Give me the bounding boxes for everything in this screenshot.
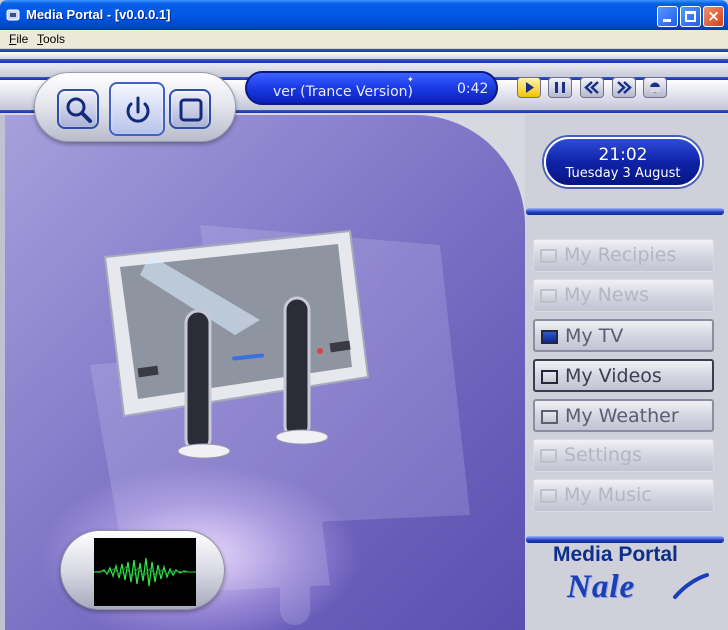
maximize-button[interactable] (680, 6, 701, 27)
play-icon (526, 82, 534, 93)
top-stripe-light (0, 52, 728, 59)
pause-icon (555, 82, 565, 93)
brand-block: Media Portal Nale (531, 543, 719, 628)
app-area: ✦ ver (Trance Version) 0:42 21:02 Tuesda… (0, 49, 728, 630)
menu-bar: File Tools (0, 30, 728, 49)
menu-item-indicator (540, 289, 557, 303)
now-playing-bar: ✦ ver (Trance Version) 0:42 (245, 71, 498, 105)
brand-logo: Nale (567, 569, 636, 605)
window-title: Media Portal - [v0.0.0.1] (26, 7, 171, 22)
power-button[interactable] (109, 82, 165, 136)
menu-item-indicator (540, 249, 557, 263)
brand-name: Media Portal (553, 543, 678, 566)
waveform-icon (93, 557, 196, 587)
maximize-icon (685, 11, 696, 22)
search-icon (66, 97, 92, 123)
title-bar: Media Portal - [v0.0.0.1] × (0, 0, 728, 30)
rewind-icon (584, 81, 599, 94)
clock-date: Tuesday 3 August (565, 166, 681, 181)
logo-swoosh-icon (673, 573, 709, 599)
clock-widget: 21:02 Tuesday 3 August (544, 137, 702, 187)
menu-item-indicator (540, 489, 557, 503)
stage-left-border (0, 115, 5, 630)
record-button[interactable] (643, 77, 667, 98)
menu-item-indicator (541, 330, 558, 344)
menu-item-indicator (541, 370, 558, 384)
menu-item-indicator (541, 410, 558, 424)
fast-forward-icon (617, 81, 632, 94)
stop-icon (179, 98, 203, 122)
record-icon (650, 82, 660, 93)
sparkle-icon: ✦ (407, 75, 414, 84)
fast-forward-button[interactable] (612, 77, 636, 98)
menu-item-indicator (540, 449, 557, 463)
menu-item-my-music[interactable]: My Music (533, 479, 714, 512)
now-playing-title: ver (Trance Version) (273, 84, 413, 100)
menu-item-my-news[interactable]: My News (533, 279, 714, 312)
clock-time: 21:02 (598, 145, 648, 165)
stop-button[interactable] (169, 89, 211, 129)
control-pod (34, 72, 236, 142)
power-icon (126, 96, 150, 123)
menu-item-my-tv[interactable]: My TV (533, 319, 714, 352)
menu-file[interactable]: File (9, 32, 28, 46)
playback-time: 0:42 (457, 81, 489, 97)
audio-visualizer (93, 538, 196, 606)
play-button[interactable] (517, 77, 541, 98)
minimize-button[interactable] (657, 6, 678, 27)
search-button[interactable] (57, 89, 99, 129)
right-divider-top (526, 208, 724, 215)
menu-item-settings[interactable]: Settings (533, 439, 714, 472)
menu-item-my-weather[interactable]: My Weather (533, 399, 714, 432)
minimize-icon (663, 19, 671, 22)
close-button[interactable]: × (703, 6, 724, 27)
rewind-button[interactable] (580, 77, 604, 98)
right-divider-bottom (526, 536, 724, 543)
visualizer-pod (60, 530, 225, 610)
close-icon: × (707, 7, 720, 25)
menu-item-my-recipies[interactable]: My Recipies (533, 239, 714, 272)
menu-item-my-videos[interactable]: My Videos (533, 359, 714, 392)
pause-button[interactable] (548, 77, 572, 98)
app-icon (6, 9, 20, 21)
menu-tools[interactable]: Tools (37, 32, 65, 46)
